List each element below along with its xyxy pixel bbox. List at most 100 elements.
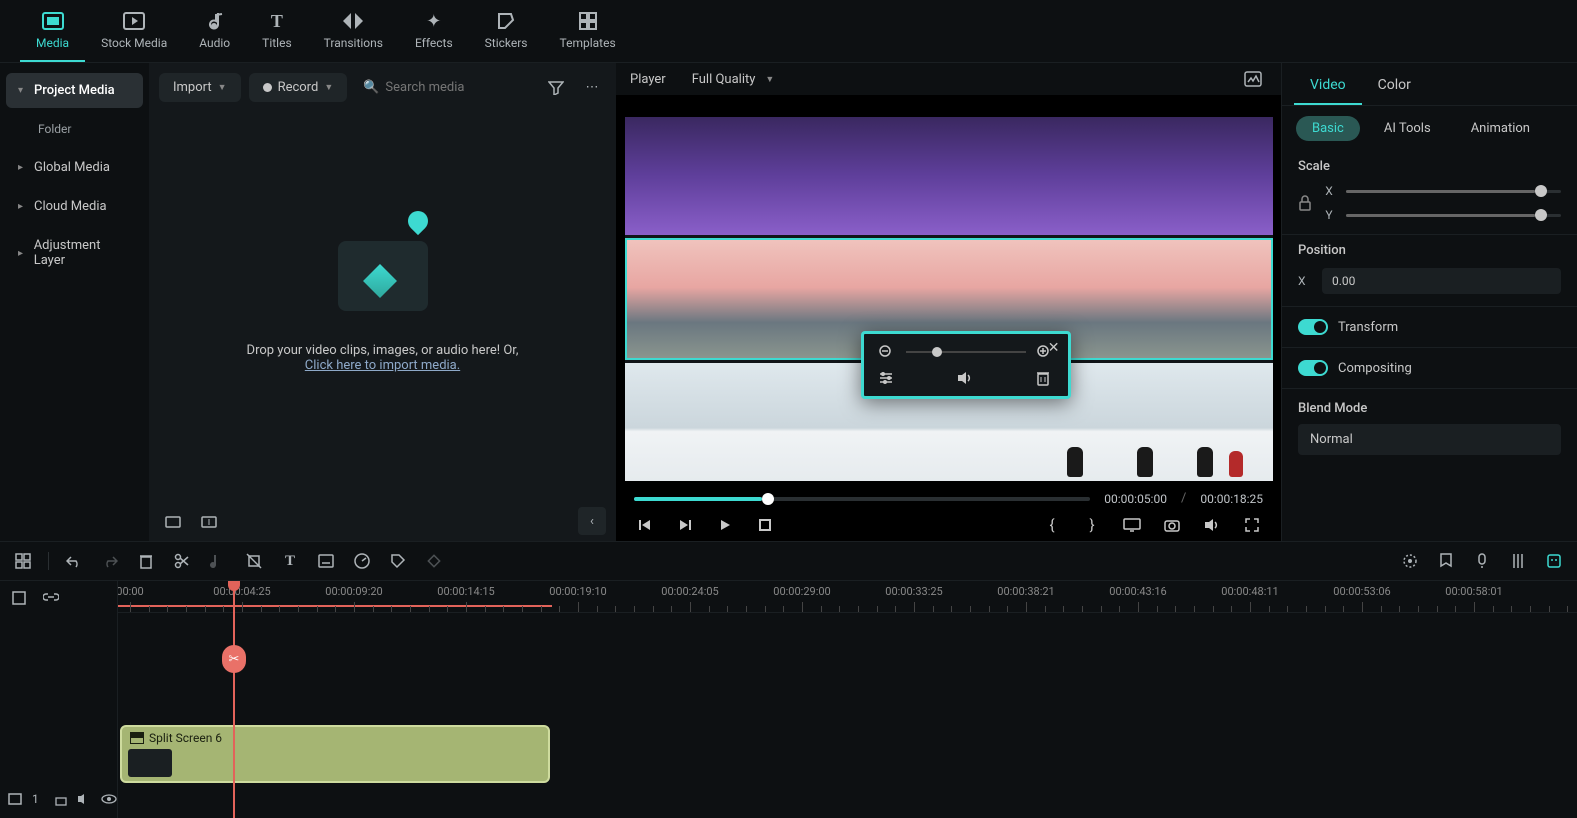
audio-sync-icon[interactable] — [207, 550, 229, 572]
lock-icon[interactable] — [1298, 195, 1314, 211]
scale-y-slider[interactable] — [1346, 214, 1561, 217]
render-icon[interactable] — [1399, 550, 1421, 572]
mixer-icon[interactable] — [1507, 550, 1529, 572]
compositing-toggle[interactable] — [1298, 360, 1328, 376]
layout-icon[interactable] — [12, 550, 34, 572]
effects-icon: ✦ — [423, 10, 445, 32]
tab-transitions-label: Transitions — [324, 36, 383, 50]
snapshot-icon[interactable] — [1161, 514, 1183, 536]
inspector-tab-color[interactable]: Color — [1362, 69, 1427, 105]
create-folder-icon[interactable] — [159, 507, 187, 535]
chevron-right-icon: ▸ — [18, 201, 26, 212]
inspector-tab-video[interactable]: Video — [1294, 69, 1362, 105]
subtab-ai-tools[interactable]: AI Tools — [1368, 116, 1447, 141]
transform-toggle[interactable] — [1298, 319, 1328, 335]
playhead[interactable]: ✂ — [233, 581, 235, 818]
subtitle-icon[interactable] — [315, 550, 337, 572]
filter-icon[interactable] — [542, 74, 570, 102]
import-button[interactable]: Import ▼ — [159, 73, 241, 102]
ruler-label: 00:00:38:21 — [997, 585, 1054, 598]
sidebar-item-folder[interactable]: Folder — [6, 112, 143, 146]
quality-select[interactable]: Full Quality ▼ — [682, 68, 785, 91]
text-icon[interactable]: T — [279, 550, 301, 572]
voiceover-icon[interactable] — [1471, 550, 1493, 572]
record-button[interactable]: Record ▼ — [249, 73, 348, 102]
adjust-icon[interactable] — [878, 371, 896, 385]
search-input-wrap[interactable]: 🔍 — [355, 74, 534, 101]
track-mute-icon[interactable] — [77, 793, 91, 805]
ruler-label: 00:00:48:11 — [1221, 585, 1278, 598]
ruler-label: 00:00:19:10 — [549, 585, 606, 598]
media-dropzone[interactable]: Drop your video clips, images, or audio … — [149, 112, 616, 501]
more-icon[interactable]: ⋯ — [578, 74, 606, 102]
timeline-clip[interactable]: Split Screen 6 — [120, 725, 550, 783]
zoom-slider[interactable] — [906, 351, 1026, 353]
redo-icon[interactable] — [99, 550, 121, 572]
prev-frame-icon[interactable] — [634, 514, 656, 536]
undo-icon[interactable] — [63, 550, 85, 572]
timeline-ruler[interactable]: 00:0000:00:04:2500:00:09:2000:00:14:1500… — [118, 581, 1577, 613]
crop-icon[interactable] — [243, 550, 265, 572]
fullscreen-icon[interactable] — [1241, 514, 1263, 536]
scissor-cursor-icon[interactable]: ✂ — [222, 645, 246, 673]
subtab-animation[interactable]: Animation — [1455, 116, 1546, 141]
play-icon[interactable] — [714, 514, 736, 536]
speed-icon[interactable] — [351, 550, 373, 572]
track-visible-icon[interactable] — [101, 794, 117, 804]
snapshot-compare-icon[interactable] — [1239, 65, 1267, 93]
stickers-icon — [495, 10, 517, 32]
ai-icon[interactable] — [1543, 550, 1565, 572]
new-bin-icon[interactable] — [195, 507, 223, 535]
tab-effects-label: Effects — [415, 36, 453, 50]
sidebar-adjustment-layer-label: Adjustment Layer — [34, 238, 131, 268]
preview-canvas[interactable]: ✕ — [625, 117, 1273, 481]
stop-icon[interactable] — [754, 514, 776, 536]
sidebar-item-cloud-media[interactable]: ▸ Cloud Media — [6, 189, 143, 224]
tab-titles[interactable]: T Titles — [246, 4, 307, 62]
subtab-basic[interactable]: Basic — [1296, 116, 1360, 141]
close-icon[interactable]: ✕ — [1048, 340, 1060, 356]
sidebar-item-project-media[interactable]: ▾ Project Media — [6, 73, 143, 108]
tab-stickers[interactable]: Stickers — [469, 4, 544, 62]
collapse-sidebar-icon[interactable]: ‹ — [578, 507, 606, 535]
trash-icon[interactable] — [135, 550, 157, 572]
delete-icon[interactable] — [1036, 370, 1054, 386]
track-type-icon[interactable] — [8, 793, 22, 805]
tab-effects[interactable]: ✦ Effects — [399, 4, 469, 62]
sidebar-item-global-media[interactable]: ▸ Global Media — [6, 150, 143, 185]
split-pane-1[interactable] — [625, 117, 1273, 235]
position-x-label: X — [1298, 274, 1312, 288]
scale-x-slider[interactable] — [1346, 190, 1561, 193]
ruler-label: 00:00:58:01 — [1445, 585, 1502, 598]
blend-mode-select[interactable]: Normal — [1298, 424, 1561, 455]
mark-in-icon[interactable]: { — [1041, 514, 1063, 536]
mark-out-icon[interactable]: } — [1081, 514, 1103, 536]
color-tag-icon[interactable] — [387, 550, 409, 572]
volume-icon[interactable] — [957, 371, 975, 385]
position-x-value[interactable]: 0.00 — [1322, 268, 1561, 294]
seek-bar[interactable] — [634, 497, 1090, 501]
next-frame-icon[interactable] — [674, 514, 696, 536]
tab-audio[interactable]: Audio — [183, 4, 246, 62]
tab-transitions[interactable]: Transitions — [308, 4, 399, 62]
tab-stock-media[interactable]: Stock Media — [85, 4, 183, 62]
tab-media[interactable]: Media — [20, 4, 85, 62]
timeline-snap-icon[interactable] — [8, 587, 30, 609]
search-input[interactable] — [385, 80, 526, 95]
timeline-link-icon[interactable] — [40, 587, 62, 609]
scale-heading: Scale — [1298, 159, 1561, 174]
tab-audio-label: Audio — [199, 36, 230, 50]
media-icon — [42, 10, 64, 32]
current-time: 00:00:05:00 — [1104, 492, 1167, 506]
dropzone-link[interactable]: Click here to import media. — [305, 358, 460, 373]
marker-icon[interactable] — [1435, 550, 1457, 572]
tab-templates-label: Templates — [560, 36, 616, 50]
tab-templates[interactable]: Templates — [544, 4, 632, 62]
split-icon[interactable] — [171, 550, 193, 572]
sidebar-item-adjustment-layer[interactable]: ▸ Adjustment Layer — [6, 228, 143, 278]
zoom-out-icon[interactable] — [878, 344, 896, 360]
track-lock-icon[interactable] — [55, 792, 67, 806]
player-volume-icon[interactable] — [1201, 514, 1223, 536]
display-icon[interactable] — [1121, 514, 1143, 536]
keyframe-icon[interactable] — [423, 550, 445, 572]
